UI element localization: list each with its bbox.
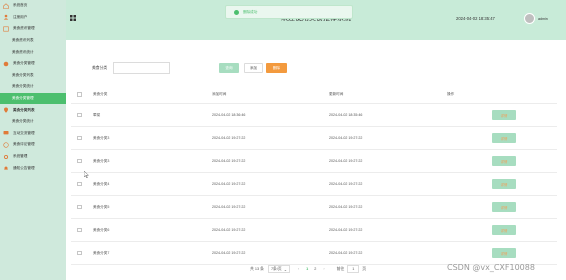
cell-op: 详情 xyxy=(71,173,557,195)
detail-button[interactable]: 详情 xyxy=(492,156,516,166)
page-size-value: 7条/页 xyxy=(270,266,282,271)
sidebar-item-label: 通知公告管理 xyxy=(13,165,35,170)
pin-icon xyxy=(2,107,9,114)
header-name: 美食分类 xyxy=(93,92,108,96)
table-row: 美食分类5 2024-04-02 19:27:22 2024-04-02 19:27… xyxy=(71,196,557,219)
sidebar-item[interactable]: 系统管理 xyxy=(0,151,66,163)
category-search-input[interactable] xyxy=(113,62,171,74)
goto-page-input[interactable]: 1 xyxy=(347,265,360,273)
sidebar-item[interactable]: 系统首页 xyxy=(0,0,66,12)
table-row: 美食分类3 2024-04-02 19:27:22 2024-04-02 19:27… xyxy=(71,127,557,150)
cell-op: 详情 xyxy=(71,104,557,126)
sidebar-item[interactable]: 美食分类统计 xyxy=(0,116,66,128)
sidebar-item[interactable]: 互动交流管理 xyxy=(0,128,66,140)
sidebar-item[interactable]: 美食分类管理 xyxy=(0,58,66,70)
sidebar-item[interactable]: 美食分类列表 xyxy=(0,70,66,82)
cell-op: 详情 xyxy=(71,127,557,149)
total-count: 共 13 条 xyxy=(250,266,264,271)
table-row: 美食分类6 2024-04-02 19:27:22 2024-04-02 19:27… xyxy=(71,219,557,242)
sidebar-item[interactable]: 美食分类列表 xyxy=(0,104,66,116)
header-op: 操作 xyxy=(447,92,455,96)
sidebar-item-label: 美食分类管理 xyxy=(13,61,35,66)
sidebar-item[interactable]: 美食资讯统计 xyxy=(0,46,66,58)
sidebar-item-label: 系统管理 xyxy=(13,154,28,159)
sidebar-item[interactable]: 注册用户 xyxy=(0,12,66,24)
comment-icon xyxy=(2,141,9,148)
watermark: CSDN @vx_CXF10088 xyxy=(447,263,535,272)
table-row: 美食分类4 2024-04-02 19:27:22 2024-04-02 19:27… xyxy=(71,173,557,196)
search-bar: 美食分类 xyxy=(92,62,171,74)
mouse-cursor-icon xyxy=(84,171,89,178)
detail-button[interactable]: 详情 xyxy=(492,248,516,258)
search-button[interactable]: 查询 xyxy=(219,63,239,73)
delete-button[interactable]: 删除 xyxy=(266,63,287,73)
sidebar-item-label: 美食分类列表 xyxy=(13,107,35,112)
cell-op: 详情 xyxy=(71,150,557,172)
sidebar-item-label: 系统首页 xyxy=(13,3,28,8)
detail-button[interactable]: 详情 xyxy=(492,202,516,212)
table-header-row: 美食分类 添加时间 更新时间 操作 xyxy=(71,86,557,104)
cell-op: 详情 xyxy=(71,219,557,241)
page-size-select[interactable]: 7条/页 ⌄ xyxy=(267,265,290,273)
sidebar-item[interactable]: 美食资讯管理 xyxy=(0,23,66,35)
home-icon xyxy=(2,2,9,9)
goto-label: 前往 xyxy=(336,266,345,271)
detail-button[interactable]: 详情 xyxy=(492,133,516,143)
check-circle-icon xyxy=(234,9,239,15)
table-row: 美食分类3 2024-04-02 19:27:22 2024-04-02 19:27… xyxy=(71,150,557,173)
avatar[interactable] xyxy=(524,13,535,24)
bell-icon xyxy=(2,165,9,172)
news-icon xyxy=(2,25,9,32)
sidebar: 系统首页注册用户美食资讯管理 美食资讯列表 美食资讯统计 美食分类管理 美食分类列表 美食… xyxy=(0,0,66,280)
sidebar-item-label: 美食分类列表 xyxy=(12,72,34,77)
sidebar-item-label: 注册用户 xyxy=(13,14,28,19)
page-2[interactable]: 2 xyxy=(314,267,316,271)
chevron-down-icon: ⌄ xyxy=(283,267,287,272)
table-row: 荤菜 2024-04-02 18:36:46 2024-04-02 18:35:46… xyxy=(71,104,557,127)
sidebar-item[interactable]: 美食分类统计 xyxy=(0,81,66,93)
sidebar-item-label: 美食资讯管理 xyxy=(13,26,35,31)
chat-icon xyxy=(2,130,9,137)
search-label: 美食分类 xyxy=(92,65,108,70)
sidebar-item[interactable]: 美食评论管理 xyxy=(0,139,66,151)
username[interactable]: admin xyxy=(538,17,548,21)
select-all-cell xyxy=(77,86,82,103)
prev-page-icon[interactable]: ‹ xyxy=(298,267,299,271)
category-table: 美食分类 添加时间 更新时间 操作 荤菜 2024-04-02 18:36:46 2… xyxy=(71,86,557,265)
current-datetime: 2024-04-02 18:35:47 xyxy=(456,16,495,21)
cell-op: 详情 xyxy=(71,196,557,218)
header-updated[interactable]: 更新时间 xyxy=(329,86,343,103)
sidebar-item-label: 美食评论管理 xyxy=(13,142,35,147)
sidebar-item[interactable]: 美食资讯列表 xyxy=(0,35,66,47)
toast-message: 删除成功 xyxy=(243,9,258,14)
user-icon xyxy=(2,14,9,21)
sidebar-item[interactable]: 通知公告管理 xyxy=(0,162,66,174)
sidebar-item-label: 美食分类管理 xyxy=(12,96,34,101)
success-toast: 删除成功 xyxy=(225,5,353,19)
next-page-icon[interactable]: › xyxy=(323,267,324,271)
detail-button[interactable]: 详情 xyxy=(492,110,516,120)
detail-button[interactable]: 详情 xyxy=(492,225,516,235)
category-icon xyxy=(2,60,9,67)
cell-op: 详情 xyxy=(71,242,557,264)
page-1[interactable]: 1 xyxy=(306,267,308,271)
gear-icon xyxy=(2,153,9,160)
sidebar-item-label: 美食分类统计 xyxy=(12,84,34,89)
sidebar-item-label: 美食分类统计 xyxy=(12,119,34,124)
sidebar-item-label: 美食资讯列表 xyxy=(12,38,34,43)
table-row: 美食分类7 2024-04-02 19:27:22 2024-04-02 19:27… xyxy=(71,242,557,265)
select-all-checkbox[interactable] xyxy=(77,92,82,97)
add-button[interactable]: 添加 xyxy=(244,63,263,73)
sidebar-item-label: 美食资讯统计 xyxy=(12,49,34,54)
detail-button[interactable]: 详情 xyxy=(492,179,516,189)
page-unit: 页 xyxy=(362,266,367,271)
sidebar-item-label: 互动交流管理 xyxy=(13,130,35,135)
pagination: 共 13 条 7条/页 ⌄ ‹ 1 2 › 前往 1 页 xyxy=(250,264,366,274)
sidebar-item[interactable]: 美食分类管理 xyxy=(0,92,66,105)
header-created[interactable]: 添加时间 xyxy=(212,86,226,103)
